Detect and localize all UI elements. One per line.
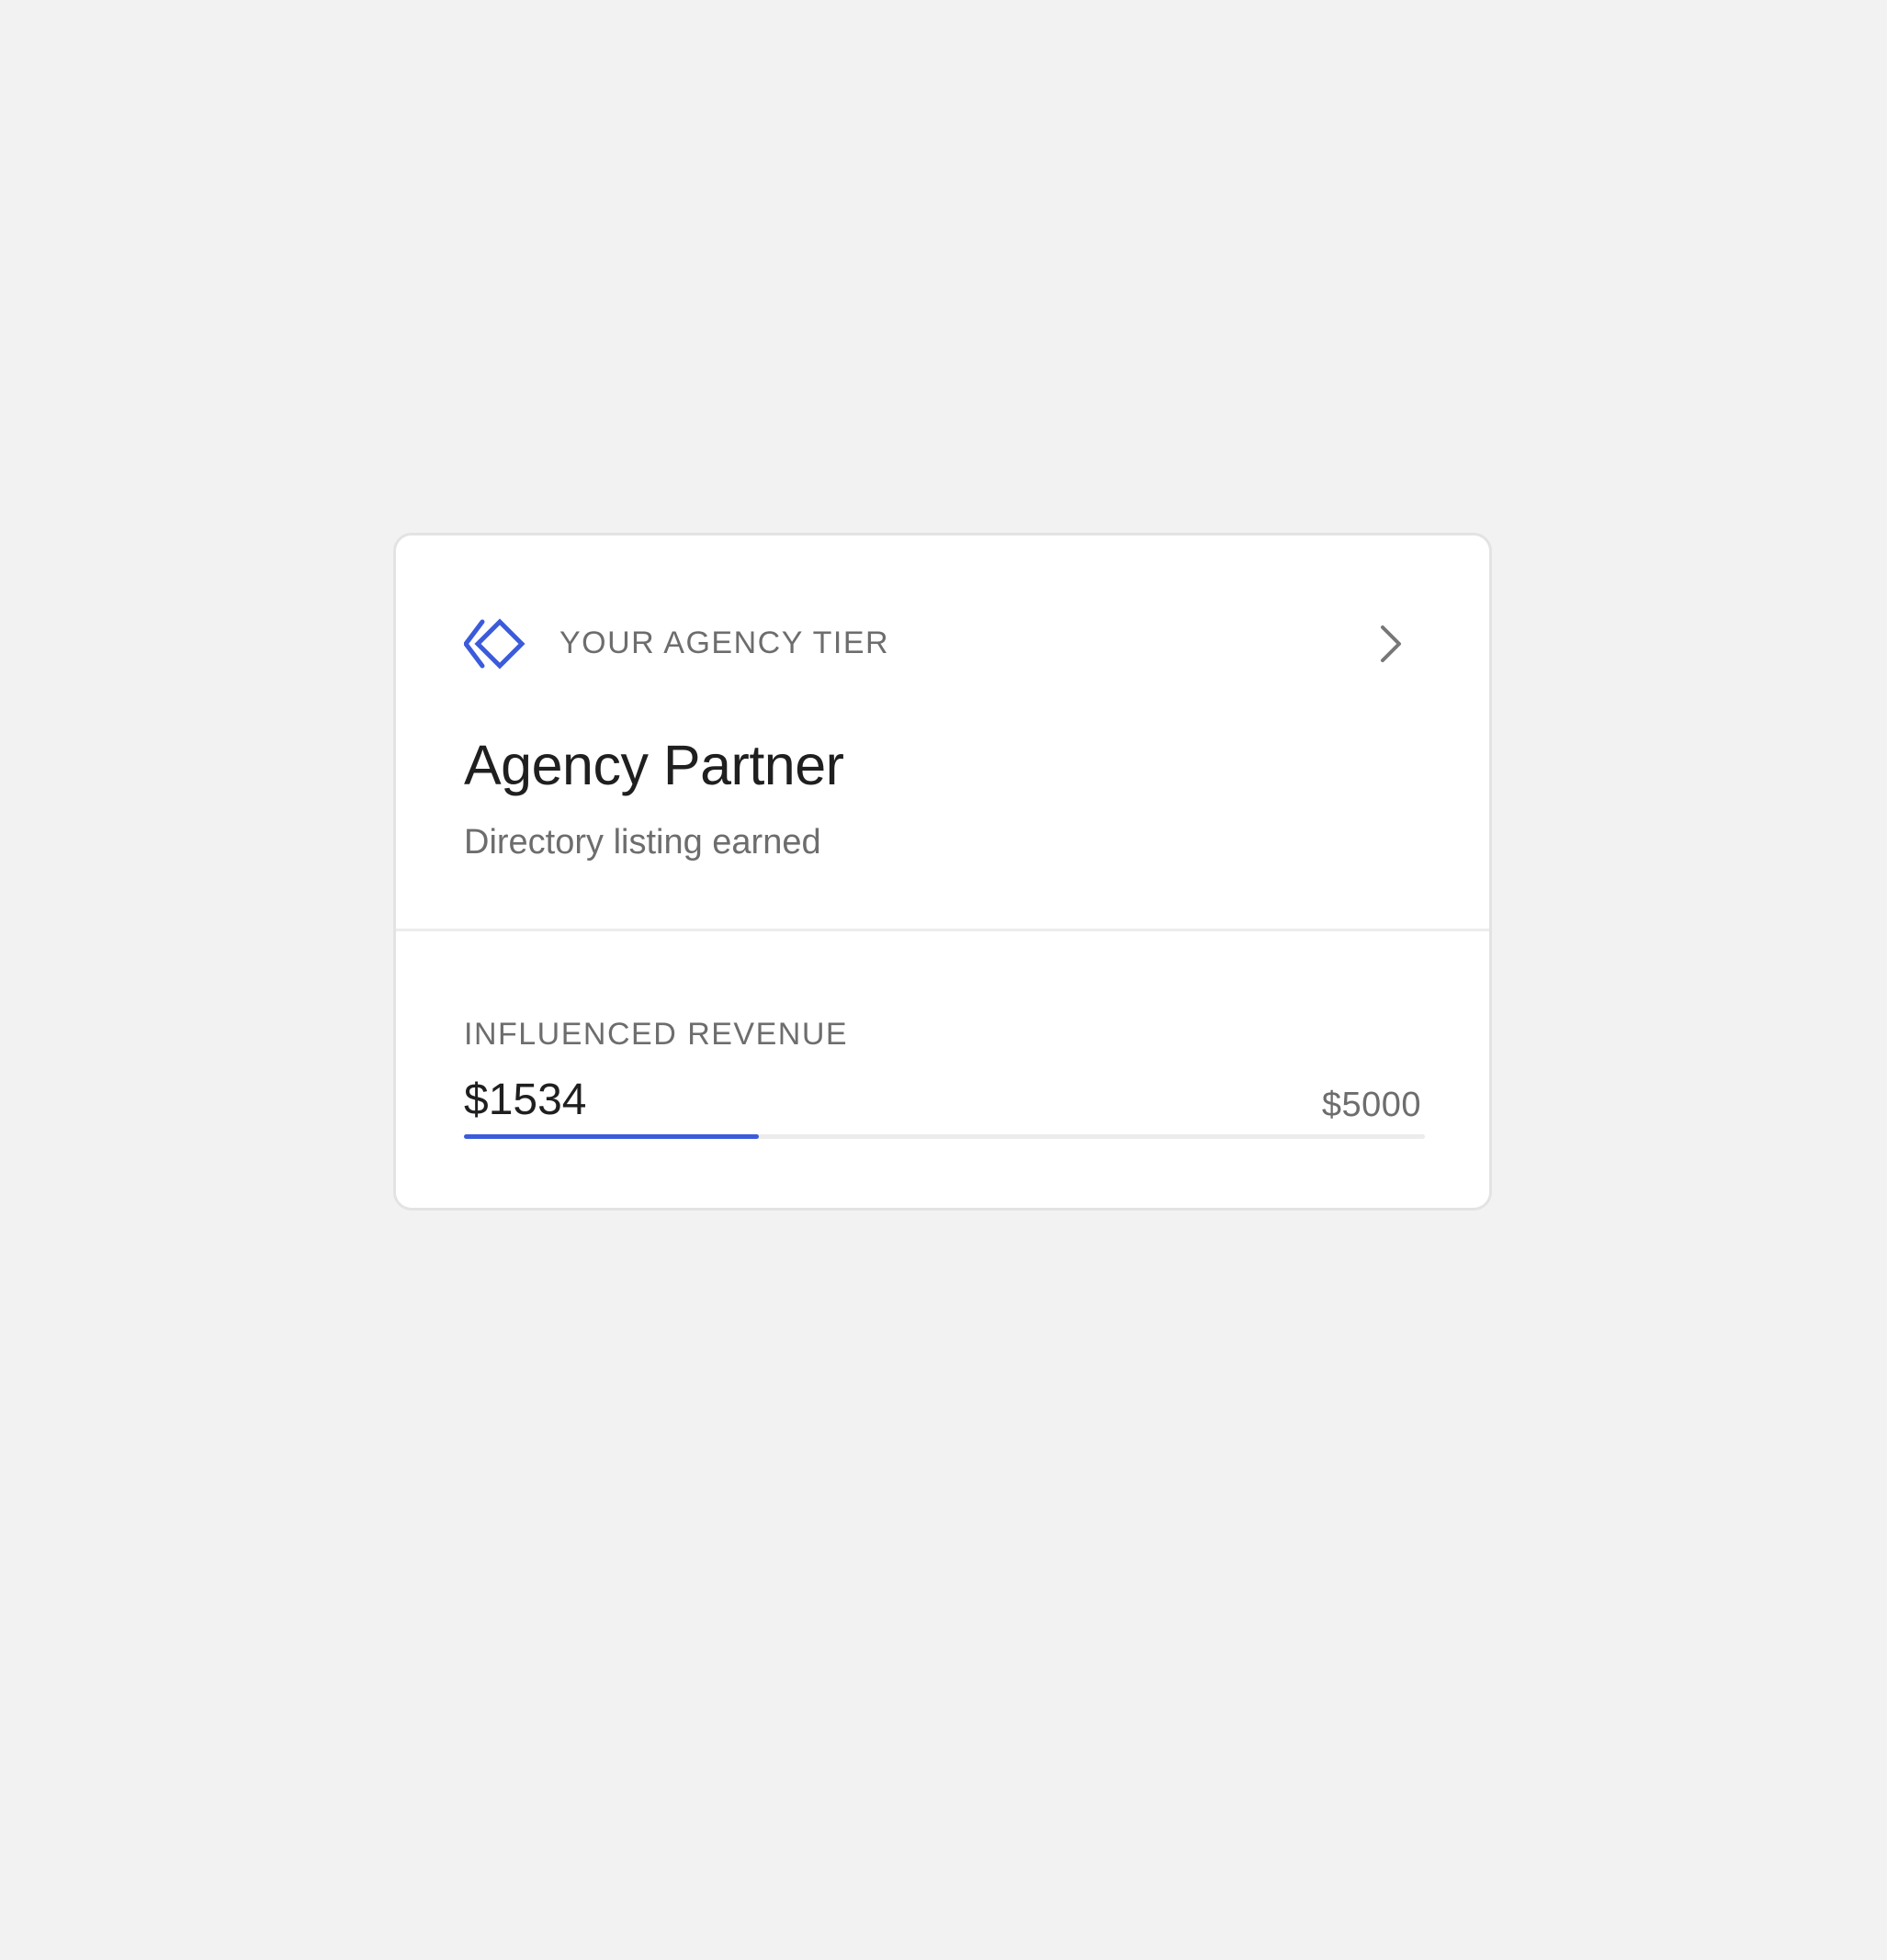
- agency-tier-link[interactable]: YOUR AGENCY TIER Agency Partner Director…: [396, 535, 1489, 929]
- tier-status: Directory listing earned: [464, 823, 821, 862]
- revenue-progress-fill: [464, 1134, 759, 1139]
- revenue-label: INFLUENCED REVENUE: [464, 1017, 849, 1052]
- tier-name: Agency Partner: [464, 734, 844, 796]
- tier-section-label: YOUR AGENCY TIER: [559, 625, 890, 660]
- chevron-right-icon[interactable]: [1373, 622, 1407, 666]
- revenue-current-value: $1534: [464, 1076, 587, 1124]
- revenue-goal-value: $5000: [1321, 1086, 1421, 1124]
- agency-tier-card: YOUR AGENCY TIER Agency Partner Director…: [393, 533, 1492, 1211]
- card-divider: [396, 929, 1489, 931]
- double-diamond-icon: [464, 618, 526, 670]
- revenue-progress-track: [464, 1134, 1425, 1139]
